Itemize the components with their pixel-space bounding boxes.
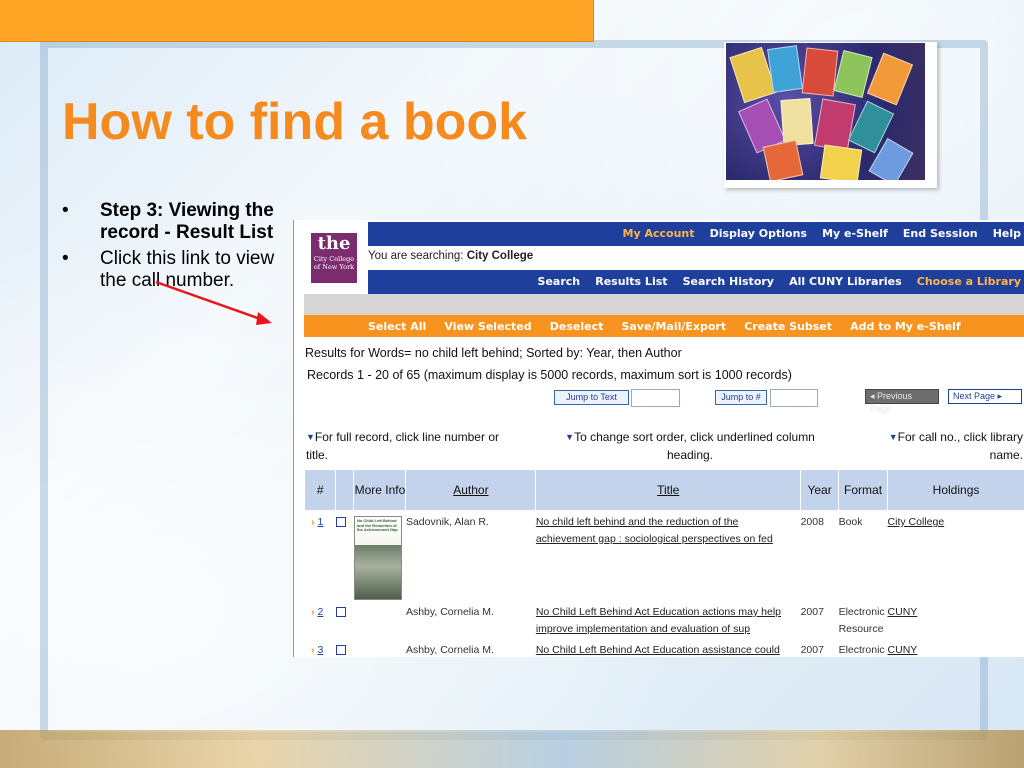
record-number-link[interactable]: 1: [318, 516, 324, 528]
nav-help[interactable]: Help: [993, 222, 1021, 246]
triangle-down-icon: ▼: [888, 432, 898, 442]
holdings-link[interactable]: CUNY: [888, 644, 918, 656]
current-library: City College: [466, 250, 534, 262]
nav-my-eshelf[interactable]: My e-Shelf: [822, 222, 888, 246]
nav-all-cuny[interactable]: All CUNY Libraries: [789, 270, 902, 294]
action-deselect[interactable]: Deselect: [550, 316, 604, 338]
year-cell: 2007: [800, 606, 824, 618]
col-header-year: Year: [800, 470, 840, 510]
format-cell: Book: [838, 516, 863, 528]
searching-line: You are searching: City College: [368, 250, 534, 262]
col-header-holdings: Holdings: [887, 470, 1024, 510]
col-header-select: [335, 470, 355, 510]
bullet-text: Click this link to view the call number.: [100, 248, 275, 291]
title-accent-bar: [0, 0, 594, 42]
format-cell: Electronic: [838, 644, 885, 656]
nav-results-list[interactable]: Results List: [595, 270, 667, 294]
gray-spacer-bar: [304, 294, 1024, 315]
chevron-right-icon: ›: [311, 606, 315, 618]
jump-number-input[interactable]: [770, 389, 818, 407]
next-page-button[interactable]: Next Page ▸: [948, 389, 1022, 404]
chevron-right-icon: ›: [311, 644, 315, 656]
select-checkbox[interactable]: [335, 645, 346, 655]
col-header-author[interactable]: Author: [405, 470, 537, 510]
book-cover-thumbnail[interactable]: No Child Left Behind and the Reduction o…: [353, 516, 402, 600]
col-header-more-info: More Info: [353, 470, 407, 510]
format-cell: Electronic Resource: [838, 606, 885, 635]
results-summary: Results for Words= no child left behind;…: [305, 346, 682, 360]
nav-search-history[interactable]: Search History: [683, 270, 774, 294]
chevron-left-icon: ◂: [870, 391, 878, 401]
year-cell: 2008: [800, 516, 824, 528]
table-row: › 3 Ashby, Cornelia M. No Child Left Behi…: [305, 638, 1024, 657]
triangle-down-icon: ▼: [565, 432, 575, 442]
author-cell: Ashby, Cornelia M.: [405, 644, 494, 656]
main-nav: Search Results List Search History All C…: [368, 270, 1024, 294]
top-nav: My Account Display Options My e-Shelf En…: [368, 222, 1024, 246]
bullet-click-link: • Click this link to view the call numbe…: [62, 248, 282, 292]
title-link[interactable]: No child left behind and the reduction o…: [536, 516, 773, 545]
records-count: Records 1 - 20 of 65 (maximum display is…: [307, 368, 792, 382]
books-photo: [724, 42, 937, 188]
jump-to-number-button[interactable]: Jump to #: [715, 390, 767, 405]
nav-choose-library[interactable]: Choose a Library: [917, 270, 1021, 294]
action-select-all[interactable]: Select All: [368, 316, 426, 338]
catalog-screenshot: the City College of New York My Account …: [293, 220, 1024, 657]
action-create-subset[interactable]: Create Subset: [744, 316, 832, 338]
action-add-eshelf[interactable]: Add to My e-Shelf: [850, 316, 960, 338]
nav-search[interactable]: Search: [538, 270, 581, 294]
hint-sort-order: ▼To change sort order, click underlined …: [565, 430, 815, 462]
record-number-link[interactable]: 3: [318, 644, 324, 656]
results-table: # More Info Author Title Year Format Hol…: [305, 470, 1024, 657]
action-save-mail-export[interactable]: Save/Mail/Export: [621, 316, 726, 338]
title-link[interactable]: No Child Left Behind Act Education actio…: [536, 606, 781, 635]
slide-title: How to find a book: [62, 93, 528, 151]
previous-page-button[interactable]: ◂ Previous Page: [865, 389, 939, 414]
triangle-down-icon: ▼: [306, 432, 315, 442]
record-number-link[interactable]: 2: [318, 606, 324, 618]
table-row: › 2 Ashby, Cornelia M. No Child Left Behi…: [305, 600, 1024, 638]
title-link[interactable]: No Child Left Behind Act Education assis…: [536, 644, 780, 656]
hint-full-record: ▼For full record, click line number or t…: [306, 430, 499, 462]
bullet-list: • Step 3: Viewing the record - Result Li…: [62, 200, 282, 296]
jump-text-input[interactable]: [631, 389, 680, 407]
col-header-format: Format: [838, 470, 889, 510]
select-checkbox[interactable]: [335, 607, 346, 617]
year-cell: 2007: [800, 644, 824, 656]
bullet-step3: • Step 3: Viewing the record - Result Li…: [62, 200, 282, 244]
holdings-link[interactable]: City College: [888, 516, 945, 528]
col-header-number: #: [305, 470, 337, 510]
holdings-link[interactable]: CUNY: [888, 606, 918, 618]
col-header-title[interactable]: Title: [535, 470, 802, 510]
chevron-right-icon: ›: [311, 516, 315, 528]
nav-display-options[interactable]: Display Options: [710, 222, 807, 246]
slide-bottom-band: [0, 730, 1024, 768]
hint-call-number: ▼For call no., click library name.: [888, 430, 1023, 462]
select-checkbox[interactable]: [335, 517, 346, 527]
author-cell: Sadovnik, Alan R.: [405, 516, 489, 528]
table-header-row: # More Info Author Title Year Format Hol…: [305, 470, 1024, 510]
author-cell: Ashby, Cornelia M.: [405, 606, 494, 618]
action-nav: Select All View Selected Deselect Save/M…: [304, 315, 1024, 356]
nav-end-session[interactable]: End Session: [903, 222, 978, 246]
bullet-text: Step 3: Viewing the record - Result List: [100, 200, 274, 243]
table-row: › 1 No Child Left Behind and the Reductio…: [305, 510, 1024, 600]
ccny-logo: the City College of New York: [311, 233, 357, 283]
jump-to-text-button[interactable]: Jump to Text: [554, 390, 629, 405]
action-view-selected[interactable]: View Selected: [444, 316, 531, 338]
nav-my-account[interactable]: My Account: [623, 222, 695, 246]
chevron-right-icon: ▸: [995, 391, 1003, 401]
